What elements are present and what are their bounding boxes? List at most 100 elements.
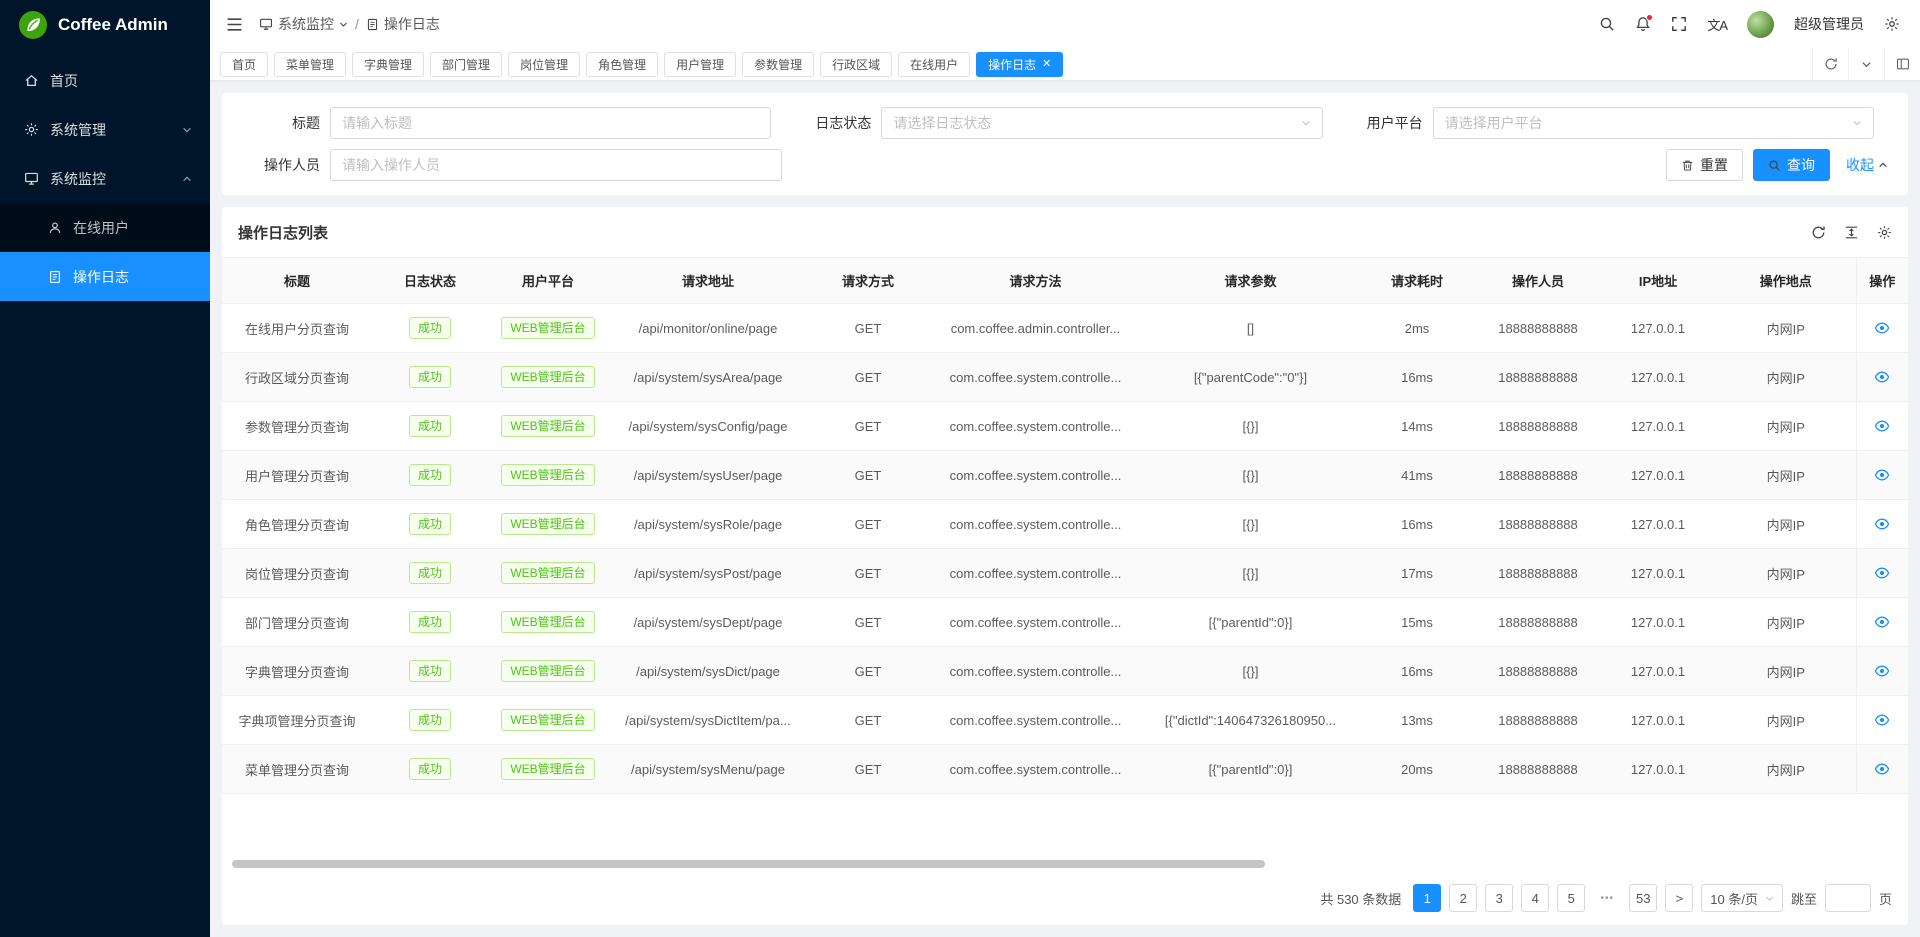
view-detail-eye-icon[interactable] [1874,565,1890,581]
page-button-53[interactable]: 53 [1629,884,1657,912]
column-settings-gear-icon[interactable] [1877,225,1892,240]
chevron-up-icon [1878,160,1888,170]
search-icon[interactable] [1599,16,1615,32]
cell-ip-address: 127.0.0.1 [1600,549,1716,598]
table-header-row: 标题 日志状态 用户平台 请求地址 请求方式 请求方法 请求参数 请求耗时 操作… [222,258,1908,304]
avatar[interactable] [1747,11,1774,38]
sidebar-item-operation-log[interactable]: 操作日志 [0,252,210,301]
page-button-3[interactable]: 3 [1485,884,1513,912]
tab-操作日志[interactable]: 操作日志✕ [976,52,1063,77]
log-table-card: 操作日志列表 [222,207,1908,925]
jump-to-page-input[interactable] [1825,884,1871,912]
refresh-icon[interactable] [1812,48,1848,80]
cell-title: 角色管理分页查询 [222,500,372,549]
page-content: 标题 日志状态 请选择日志状态 用户平台 [210,81,1920,937]
reset-button[interactable]: 重置 [1666,149,1743,181]
page-button-2[interactable]: 2 [1449,884,1477,912]
breadcrumb-parent[interactable]: 系统监控 [259,14,348,34]
col-request-url: 请求地址 [608,258,808,304]
cell-action [1856,500,1908,549]
cell-location: 内网IP [1716,598,1856,647]
table-row: 在线用户分页查询成功WEB管理后台/api/monitor/online/pag… [222,304,1908,353]
tab-行政区域[interactable]: 行政区域 [820,52,892,77]
operator-field: 操作人员 [238,149,800,181]
cell-request-url: /api/monitor/online/page [608,304,808,353]
page-button-4[interactable]: 4 [1521,884,1549,912]
next-page-button[interactable]: > [1665,884,1693,912]
platform-tag: WEB管理后台 [501,366,594,388]
horizontal-scrollbar-thumb[interactable] [232,860,1265,868]
cell-request-duration: 2ms [1358,304,1476,353]
cell-action [1856,647,1908,696]
cell-status: 成功 [372,451,488,500]
monitor-icon [24,171,39,186]
sidebar-item-system-management[interactable]: 系统管理 [0,105,210,154]
row-density-icon[interactable] [1844,225,1859,240]
tab-菜单管理[interactable]: 菜单管理 [274,52,346,77]
pagination-ellipsis[interactable]: ••• [1593,884,1621,912]
cell-request-function: com.coffee.system.controlle... [928,696,1143,745]
tab-首页[interactable]: 首页 [220,52,268,77]
cell-request-params: [] [1143,304,1358,353]
tab-参数管理[interactable]: 参数管理 [742,52,814,77]
tab-角色管理[interactable]: 角色管理 [586,52,658,77]
page-button-1[interactable]: 1 [1413,884,1441,912]
table-empty-space [222,794,1908,857]
page-size-select[interactable]: 10 条/页 [1701,884,1783,912]
tab-字典管理[interactable]: 字典管理 [352,52,424,77]
sidebar-item-system-monitor[interactable]: 系统监控 [0,154,210,203]
notification-bell-icon[interactable] [1635,16,1651,32]
cell-request-duration: 16ms [1358,500,1476,549]
view-detail-eye-icon[interactable] [1874,418,1890,434]
view-detail-eye-icon[interactable] [1874,614,1890,630]
operator-field-label: 操作人员 [238,155,330,175]
cell-request-duration: 15ms [1358,598,1476,647]
page-button-5[interactable]: 5 [1557,884,1585,912]
refresh-icon[interactable] [1811,225,1826,240]
settings-gear-icon[interactable] [1884,16,1900,32]
user-platform-select[interactable]: 请选择用户平台 [1433,107,1874,139]
sidebar-item-online-users[interactable]: 在线用户 [0,203,210,252]
sidebar-item-home[interactable]: 首页 [0,56,210,105]
layout-icon[interactable] [1884,48,1920,80]
collapse-sidebar-icon[interactable] [226,16,243,33]
table-title: 操作日志列表 [238,222,1811,243]
cell-request-params: [{}] [1143,647,1358,696]
collapse-filters-link[interactable]: 收起 [1846,155,1888,175]
view-detail-eye-icon[interactable] [1874,467,1890,483]
sidebar-menu: 首页 系统管理 系统监控 [0,56,210,301]
chevron-down-icon[interactable] [1848,48,1884,80]
view-detail-eye-icon[interactable] [1874,369,1890,385]
title-input[interactable] [330,107,771,139]
cell-action [1856,598,1908,647]
fullscreen-icon[interactable] [1671,16,1687,32]
view-detail-eye-icon[interactable] [1874,663,1890,679]
cell-request-url: /api/system/sysDict/page [608,647,808,696]
view-detail-eye-icon[interactable] [1874,320,1890,336]
platform-tag: WEB管理后台 [501,758,594,780]
tab-在线用户[interactable]: 在线用户 [898,52,970,77]
tab-close-icon[interactable]: ✕ [1042,59,1051,70]
cell-title: 用户管理分页查询 [222,451,372,500]
filter-actions: 重置 查询 收起 [800,149,1892,181]
tab-label: 角色管理 [598,56,646,73]
tab-用户管理[interactable]: 用户管理 [664,52,736,77]
view-detail-eye-icon[interactable] [1874,712,1890,728]
translate-icon[interactable]: 文A [1707,15,1727,34]
cell-action [1856,402,1908,451]
tab-bar: 首页菜单管理字典管理部门管理岗位管理 角色管理 用户管理参数管理行政区域在线用户操作… [210,48,1920,81]
user-platform-field: 用户平台 请选择用户平台 [1341,107,1892,139]
view-detail-eye-icon[interactable] [1874,761,1890,777]
log-status-select[interactable]: 请选择日志状态 [881,107,1322,139]
status-success-tag: 成功 [409,415,451,437]
cell-operator: 18888888888 [1476,451,1600,500]
search-button[interactable]: 查询 [1753,149,1830,181]
tab-岗位管理[interactable]: 岗位管理 [508,52,580,77]
platform-tag: WEB管理后台 [501,660,594,682]
cell-request-method: GET [808,304,928,353]
tab-部门管理[interactable]: 部门管理 [430,52,502,77]
view-detail-eye-icon[interactable] [1874,516,1890,532]
username[interactable]: 超级管理员 [1794,14,1864,34]
operator-input[interactable] [330,149,782,181]
app-logo[interactable]: Coffee Admin [0,0,210,50]
